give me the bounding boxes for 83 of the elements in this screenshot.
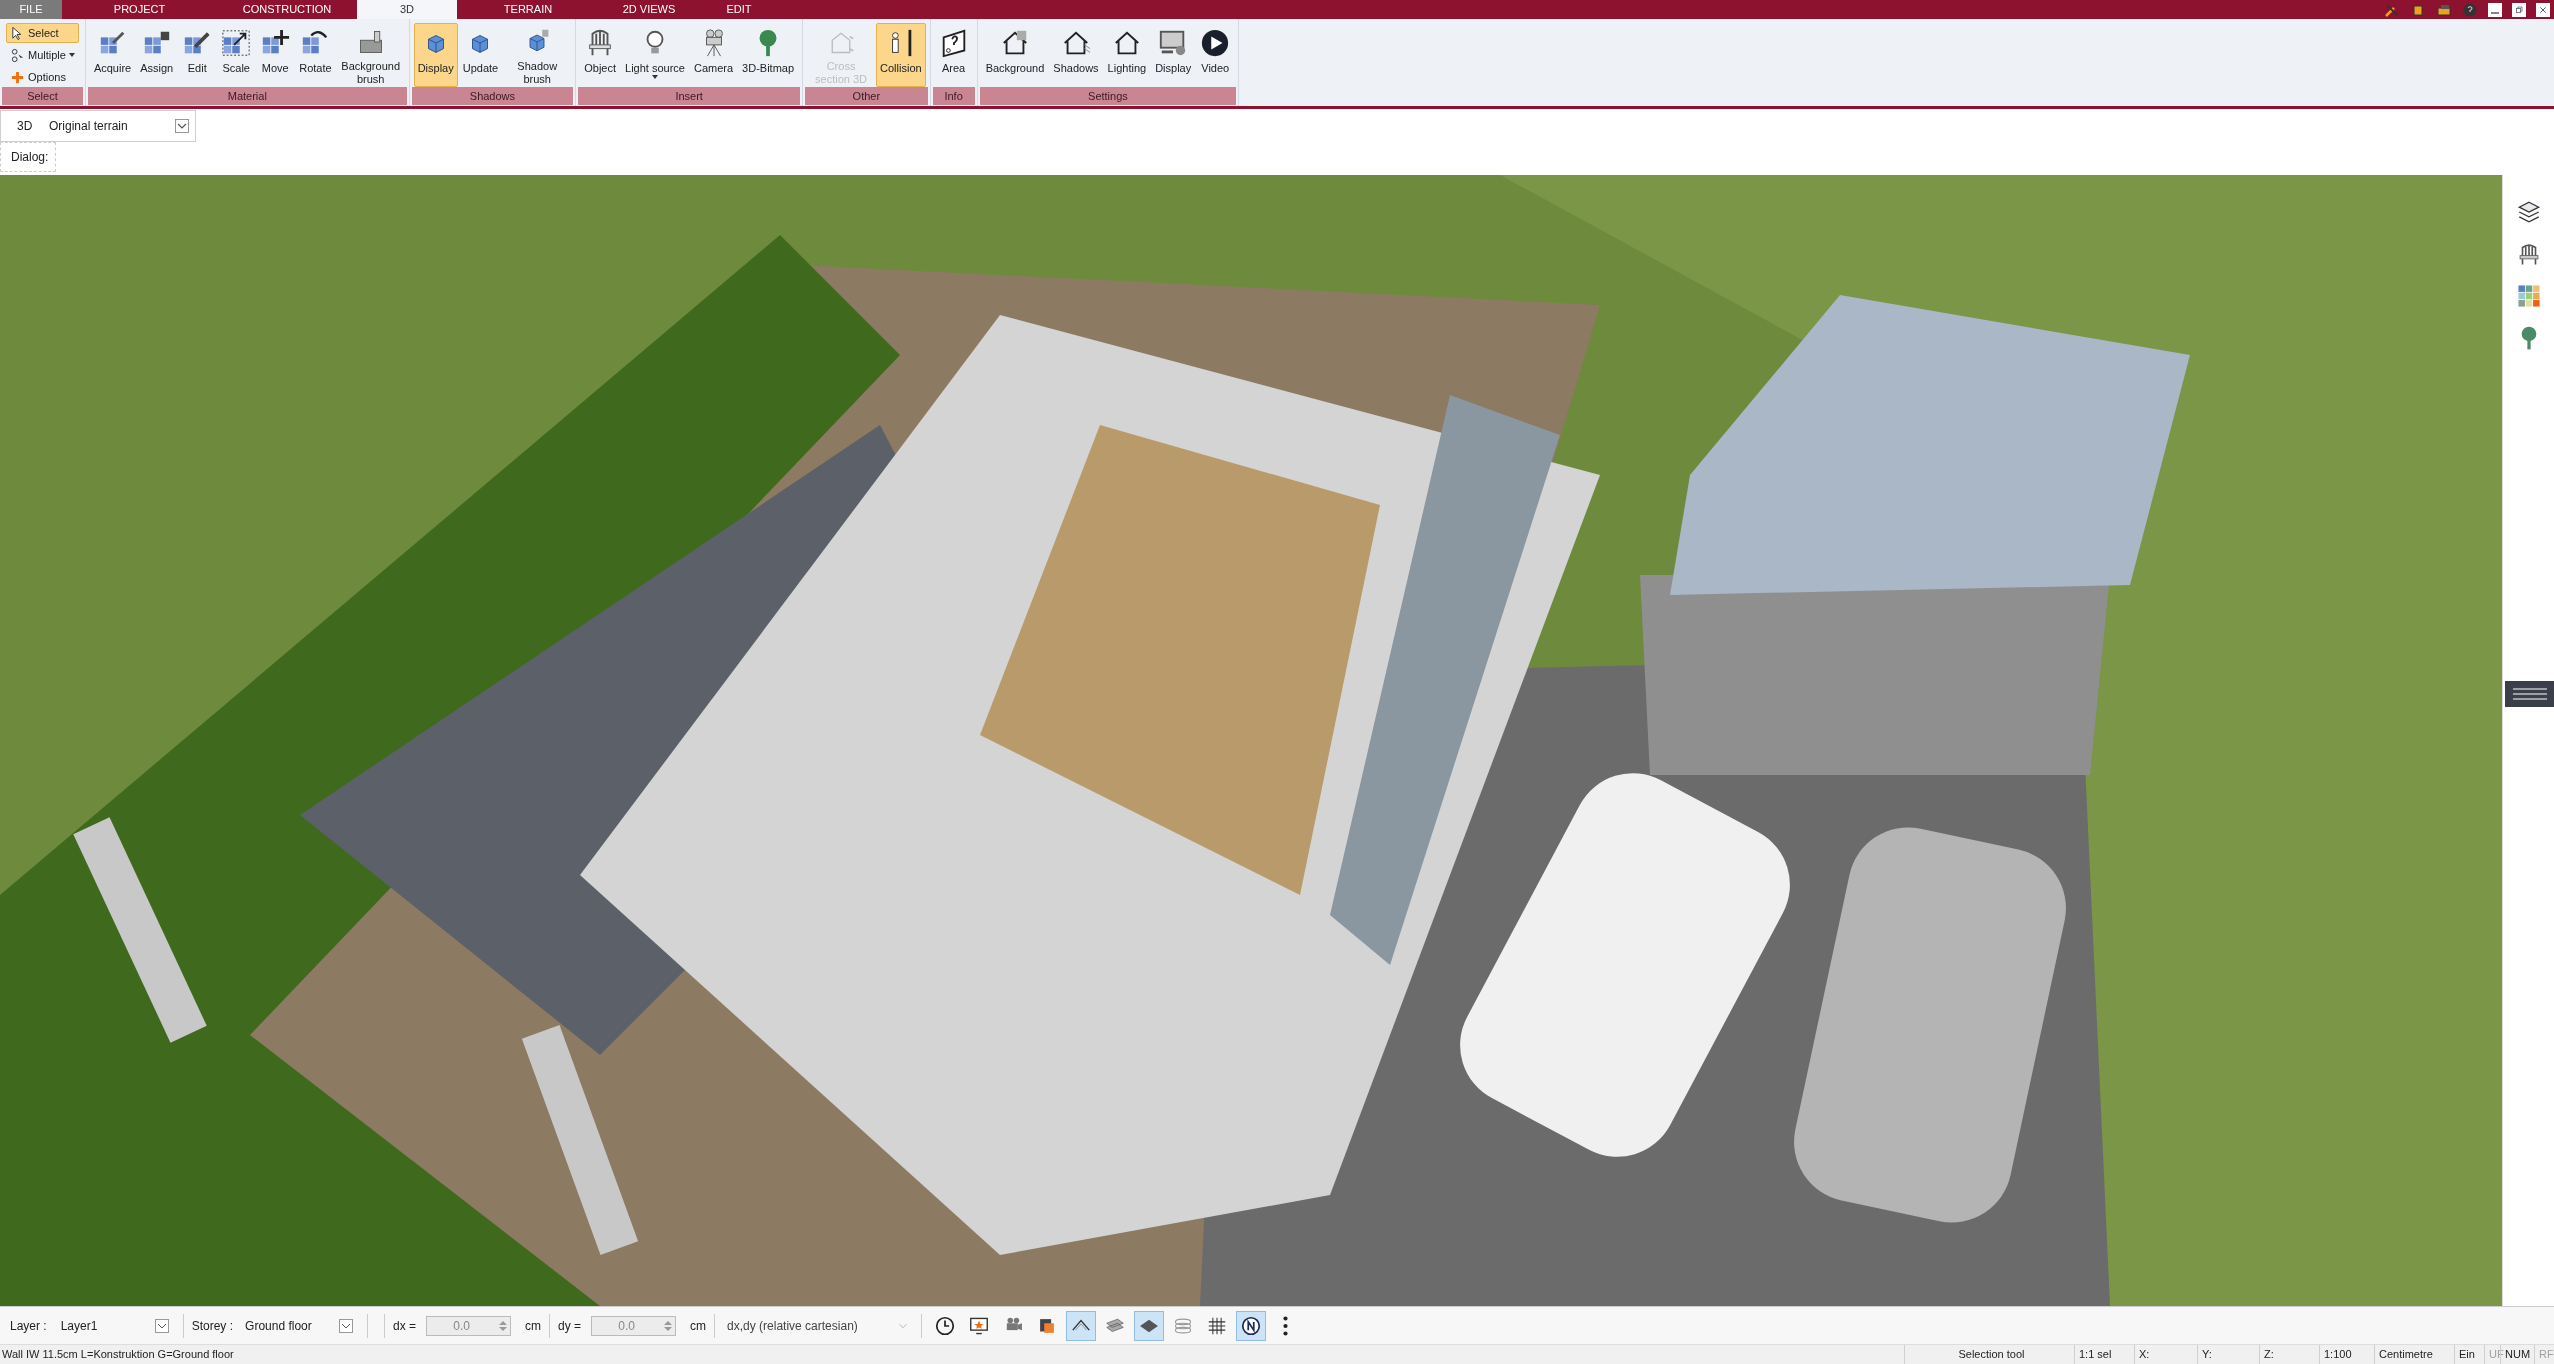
group-label: Select [2,87,83,105]
ribbon-tab[interactable]: FILE [0,0,62,19]
ribbon-button[interactable]: Update [458,23,503,87]
caret-icon [68,53,75,57]
toolbar-button[interactable] [1134,1310,1165,1341]
ribbon-button[interactable]: Display [413,23,458,87]
play-icon [1200,28,1231,58]
more-icon [1282,1315,1288,1336]
restore-button[interactable] [2512,2,2526,17]
unit-label: cm [525,1317,542,1335]
ribbon-button[interactable]: Background brush [336,23,405,87]
ribbon-button[interactable]: Scale [217,23,256,87]
view-label: 3D [16,118,34,135]
ribbon-button[interactable]: Display [1151,23,1196,87]
compass-n-icon [1240,1314,1263,1337]
layer-label: Layer : [10,1317,47,1335]
group-label: Other [805,87,928,105]
view-value: Original terrain [49,118,129,135]
ribbon-button[interactable]: Camera [689,23,738,87]
menu-icon [2513,688,2547,700]
clock-icon [934,1314,957,1337]
ribbon-button[interactable]: Collision [876,23,926,87]
ribbon-button[interactable]: Assign [136,23,178,87]
group-label: Shadows [411,87,574,105]
ribbon-button[interactable]: 3D-Bitmap [738,23,799,87]
mode-dropdown[interactable]: dx,dy (relative cartesian) [723,1313,914,1338]
ribbon-button[interactable]: Light source [621,23,689,87]
toolbar-button[interactable] [1066,1310,1097,1341]
palette-icon [2515,283,2542,309]
status-field: 1:1 sel [2074,1344,2134,1364]
dy-label: dy = [558,1317,582,1335]
ribbon-button[interactable]: Acquire [89,23,136,87]
tools-icon [2384,1,2400,18]
storey-label: Storey : [191,1317,234,1335]
caret-icon [339,1318,354,1333]
ribbon-button[interactable]: Edit [178,23,217,87]
status-field: RF [2534,1344,2554,1364]
toolbar-button[interactable] [1236,1310,1267,1341]
close-button[interactable] [2536,2,2550,17]
view-dropdown[interactable]: 3D Original terrain [0,110,196,142]
status-field: Centimetre [2374,1344,2454,1364]
ribbon-button[interactable]: Select [6,23,79,43]
caret-icon [652,75,658,79]
ribbon-button[interactable]: Move [256,23,295,87]
unit-label: cm [690,1317,707,1335]
group-label: Insert [578,87,801,105]
group-label: Settings [979,87,1237,105]
group-label: Material [87,87,407,105]
spinner-icon [498,1318,509,1333]
panel-handle[interactable] [2505,681,2554,707]
restore-icon [2513,3,2525,16]
ribbon-button[interactable]: Options [6,67,79,87]
ribbon-button[interactable]: Object [580,23,620,87]
spinner-icon [663,1318,674,1333]
cursor-cluster-icon [10,47,25,63]
ribbon-button[interactable]: Area [934,23,973,87]
dx-label: dx = [393,1317,417,1335]
minimize-icon [2491,11,2499,14]
caret-icon [175,119,189,133]
ribbon-button[interactable]: Rotate [295,23,336,87]
status-field: Y: [2197,1344,2259,1364]
help-icon [2462,1,2478,18]
group-label: Info [932,87,975,105]
ribbon-button[interactable]: Background [981,23,1049,87]
ribbon-button[interactable]: Lighting [1103,23,1151,87]
status-field: Z: [2259,1344,2319,1364]
storey-dropdown[interactable]: Ground floor [239,1313,360,1338]
caret-icon [154,1318,169,1333]
minimize-button[interactable] [2488,2,2502,17]
ribbon-button[interactable]: Multiple [6,45,79,65]
tile-resize-icon [221,28,252,58]
ribbon-tab[interactable]: 3D [357,0,457,19]
status-field: Selection tool [1904,1344,2074,1364]
ribbon-button[interactable]: Shadow brush [503,23,572,87]
plus-icon [10,69,25,85]
ribbon-button[interactable]: Video [1196,23,1235,87]
status-message: Wall IW 11.5cm L=Konstruktion G=Ground floor [1,1347,234,1363]
ribbon-button[interactable]: Shadows [1049,23,1103,87]
layer-dropdown[interactable]: Layer1 [54,1313,175,1338]
status-field: 1:100 [2319,1344,2374,1364]
status-field: Ein [2454,1344,2484,1364]
status-field: X: [2134,1344,2197,1364]
dialog-label: Dialog: [0,142,56,172]
